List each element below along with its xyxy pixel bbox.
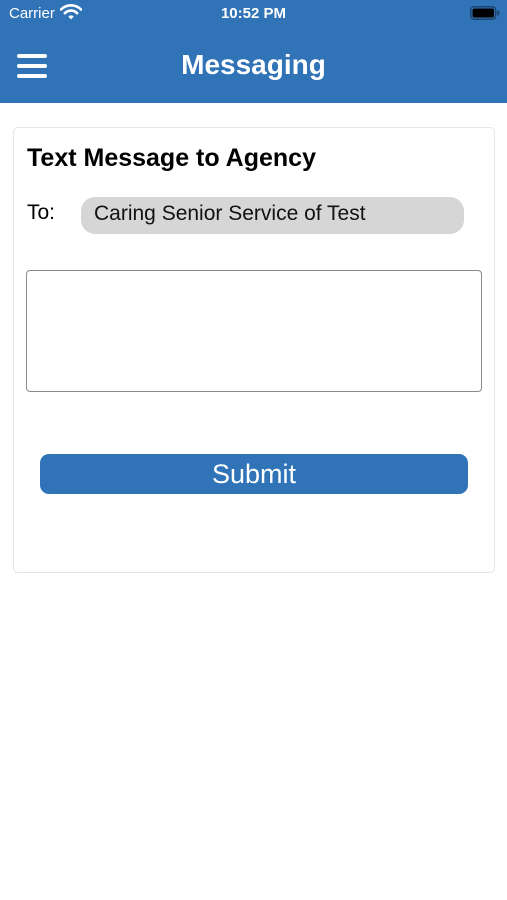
message-card: Text Message to Agency To: Caring Senior…: [13, 127, 495, 573]
app-header: Carrier 10:52 PM Messaging: [0, 0, 507, 103]
message-input[interactable]: [26, 270, 482, 392]
page-title: Messaging: [181, 49, 326, 80]
status-time: 10:52 PM: [220, 5, 287, 22]
status-bar: Carrier 10:52 PM: [0, 0, 507, 28]
nav-bar: Messaging: [0, 28, 507, 103]
form-title: Text Message to Agency: [27, 144, 316, 172]
battery-icon: [470, 6, 500, 20]
recipient-field: Caring Senior Service of Test: [81, 197, 464, 234]
submit-button[interactable]: Submit: [40, 454, 468, 494]
to-label: To:: [27, 201, 56, 224]
